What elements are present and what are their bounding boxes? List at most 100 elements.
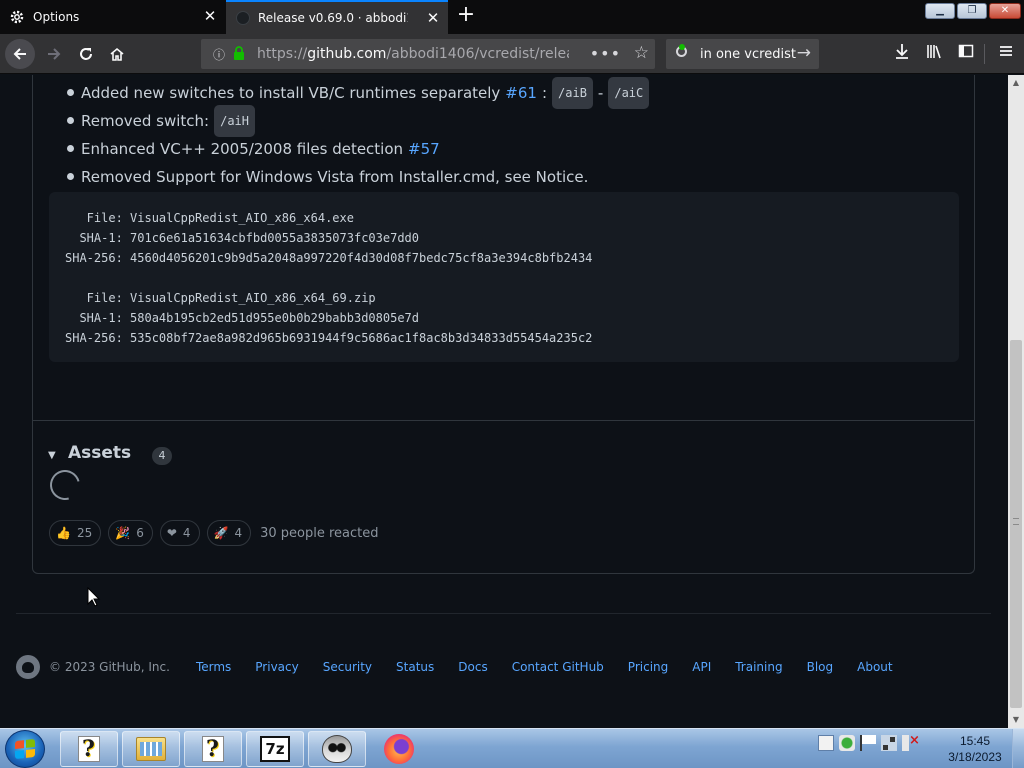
raccoon-icon <box>322 735 352 763</box>
taskbar-explorer[interactable] <box>122 731 180 767</box>
document-icon[interactable] <box>818 735 834 751</box>
hamburger-menu-icon[interactable] <box>994 42 1018 66</box>
reaction-count: 6 <box>136 526 144 540</box>
sidebar-icon[interactable] <box>954 42 978 66</box>
issue-link[interactable]: #61 <box>505 80 537 106</box>
reaction-count: 4 <box>182 526 191 540</box>
list-item: Removed switch: /aiH <box>66 105 649 137</box>
assets-heading[interactable]: Assets <box>68 443 131 463</box>
footer-divider <box>16 613 991 614</box>
footer-link-pricing[interactable]: Pricing <box>628 660 668 674</box>
home-icon[interactable] <box>103 40 131 68</box>
vertical-scrollbar[interactable]: ▲ ▼ <box>1008 75 1024 728</box>
url-bar[interactable]: ⓘ https://github.com/abbodi1406/vcredist… <box>201 39 655 69</box>
checksums-code-block: File: VisualCppRedist_AIO_x86_x64.exe SH… <box>49 192 959 362</box>
footer-link-status[interactable]: Status <box>396 660 434 674</box>
new-tab-button[interactable]: + <box>454 4 478 28</box>
lock-icon[interactable] <box>233 45 247 63</box>
action-center-flag-icon[interactable] <box>860 735 876 751</box>
security-shield-icon[interactable] <box>839 735 855 751</box>
footer-link-contact[interactable]: Contact GitHub <box>512 660 604 674</box>
help-document-icon <box>202 736 224 762</box>
library-icon[interactable] <box>922 42 946 66</box>
go-arrow-icon[interactable]: → <box>797 43 811 63</box>
reload-icon[interactable] <box>72 40 100 68</box>
note-text: Enhanced VC++ 2005/2008 files detection <box>81 140 404 158</box>
search-bar[interactable]: in one vcredist → <box>666 39 819 69</box>
inline-code: /aiB <box>552 77 593 109</box>
heart-icon: ❤ <box>166 526 177 540</box>
page-actions-icon[interactable]: ••• <box>590 44 621 63</box>
footer-link-blog[interactable]: Blog <box>807 660 834 674</box>
footer-link-security[interactable]: Security <box>323 660 372 674</box>
caret-down-icon[interactable]: ▼ <box>48 450 56 461</box>
taskbar-help-app-2[interactable] <box>184 731 242 767</box>
windows-logo-icon <box>15 738 35 760</box>
info-icon[interactable]: ⓘ <box>209 46 229 63</box>
folder-icon <box>136 737 166 761</box>
github-logo-icon[interactable] <box>16 655 40 679</box>
windows-taskbar: 7z 15:45 3/18/2023 <box>0 728 1024 768</box>
note-separator: - <box>597 84 604 102</box>
loading-spinner-icon <box>44 464 86 506</box>
reaction-count: 25 <box>76 526 93 540</box>
tab-options[interactable]: Options ✕ <box>0 0 225 34</box>
close-icon[interactable]: ✕ <box>426 11 440 26</box>
footer-link-api[interactable]: API <box>692 660 711 674</box>
minimize-button[interactable]: ▁ <box>925 3 955 19</box>
scroll-down-icon[interactable]: ▼ <box>1008 712 1024 728</box>
window-close-button[interactable]: ✕ <box>989 3 1021 19</box>
clock-date: 3/18/2023 <box>948 750 1002 764</box>
reaction-heart[interactable]: ❤ 4 <box>159 520 200 546</box>
scrollbar-thumb[interactable] <box>1010 340 1022 708</box>
system-clock[interactable]: 15:45 3/18/2023 <box>940 733 1010 765</box>
footer-link-terms[interactable]: Terms <box>196 660 231 674</box>
reaction-count: 4 <box>234 526 243 540</box>
footer-link-privacy[interactable]: Privacy <box>255 660 298 674</box>
checksums-text: File: VisualCppRedist_AIO_x86_x64.exe SH… <box>65 211 593 345</box>
footer-link-about[interactable]: About <box>857 660 892 674</box>
scroll-up-icon[interactable]: ▲ <box>1008 75 1024 91</box>
list-item: Added new switches to install VB/C runti… <box>66 77 650 109</box>
page-viewport: Added new switches to install VB/C runti… <box>0 75 1008 728</box>
list-item: Removed Support for Windows Vista from I… <box>66 163 649 191</box>
inline-code: /aiH <box>214 105 256 137</box>
reaction-summary[interactable]: 30 people reacted <box>260 526 378 541</box>
close-icon[interactable]: ✕ <box>203 9 217 24</box>
taskbar-raccoon-app[interactable] <box>308 731 366 767</box>
rocket-icon: 🚀 <box>213 526 229 540</box>
note-separator: : <box>541 84 548 102</box>
page-footer: © 2023 GitHub, Inc. Terms Privacy Securi… <box>16 655 992 679</box>
back-arrow-icon[interactable] <box>5 39 35 69</box>
search-input[interactable]: in one vcredist <box>700 47 796 62</box>
footer-link-docs[interactable]: Docs <box>458 660 487 674</box>
reaction-rocket[interactable]: 🚀 4 <box>206 520 252 546</box>
tab-release[interactable]: Release v0.69.0 · abbodi1406/vcredist ✕ <box>226 0 448 34</box>
issue-link[interactable]: #57 <box>408 136 440 162</box>
url-path: /abbodi1406/vcredist/releases/ta <box>386 46 569 62</box>
reaction-thumbs-up[interactable]: 👍 25 <box>49 520 102 546</box>
taskbar-help-app[interactable] <box>60 731 118 767</box>
forward-arrow-icon[interactable] <box>40 40 68 68</box>
show-desktop-button[interactable] <box>1012 729 1024 768</box>
footer-link-training[interactable]: Training <box>735 660 782 674</box>
network-icon[interactable] <box>881 735 897 751</box>
url-domain: github.com <box>307 46 387 62</box>
volume-muted-icon[interactable] <box>902 733 920 751</box>
restore-button[interactable]: ❐ <box>957 3 987 19</box>
release-card: Added new switches to install VB/C runti… <box>32 75 975 574</box>
bookmark-star-icon[interactable]: ☆ <box>634 43 649 63</box>
download-icon[interactable] <box>890 42 914 66</box>
reactions-bar: 👍 25 🎉 6 ❤ 4 🚀 4 30 people reacted <box>49 520 379 546</box>
start-button[interactable] <box>5 730 45 768</box>
taskbar-7zip[interactable]: 7z <box>246 731 304 767</box>
navigation-toolbar: ⓘ https://github.com/abbodi1406/vcredist… <box>0 34 1024 74</box>
tab-label: Release v0.69.0 · abbodi1406/vcredist <box>258 11 408 25</box>
toolbar-divider <box>984 44 985 64</box>
tab-label: Options <box>33 10 80 24</box>
taskbar-firefox[interactable] <box>370 731 428 767</box>
url-scheme: https:// <box>257 46 308 62</box>
reaction-hooray[interactable]: 🎉 6 <box>108 520 153 546</box>
github-favicon-icon <box>236 11 250 25</box>
inline-code: /aiC <box>608 77 650 109</box>
